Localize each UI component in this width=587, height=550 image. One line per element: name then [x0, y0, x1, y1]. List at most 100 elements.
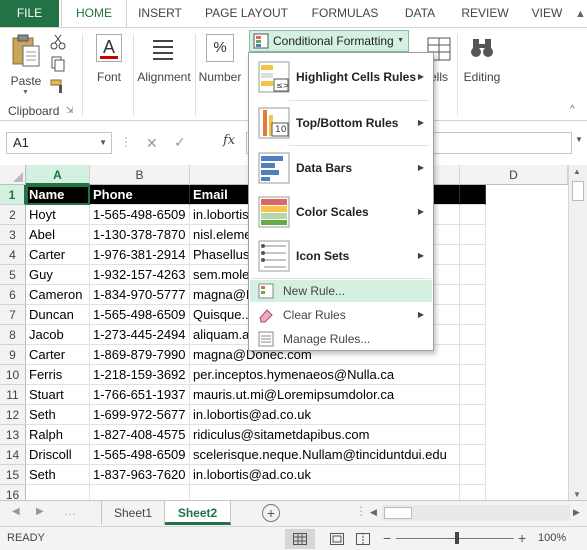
column-header-d[interactable]: D [460, 165, 568, 185]
ribbon-collapse-icon[interactable]: ▲ [575, 8, 586, 20]
page-break-view-icon[interactable] [356, 533, 370, 545]
cell-phone[interactable]: 1-218-159-3692 [90, 365, 190, 385]
number-button[interactable]: % Number [197, 32, 243, 96]
menu-item-manage-rules[interactable]: Manage Rules... [250, 328, 432, 350]
menu-item-icon-sets[interactable]: Icon Sets ▶ [250, 234, 432, 278]
cell-name[interactable]: Abel [26, 225, 90, 245]
scroll-left-icon[interactable]: ◀ [370, 507, 377, 518]
tab-review[interactable]: REVIEW [455, 0, 515, 27]
font-button[interactable]: A Font [88, 32, 130, 96]
row-header[interactable]: 3 [0, 225, 26, 245]
copy-icon[interactable] [50, 56, 66, 72]
tab-file[interactable]: FILE [0, 0, 59, 27]
cell-d[interactable] [460, 285, 486, 305]
scroll-sheets-right-icon[interactable]: ▶ [36, 506, 44, 517]
expand-formula-bar-icon[interactable]: ▼ [575, 135, 583, 144]
cell-phone[interactable]: 1-565-498-6509 [90, 445, 190, 465]
row-header[interactable]: 13 [0, 425, 26, 445]
cell-email[interactable]: in.lobortis@ad.co.uk [190, 465, 460, 485]
cell-name[interactable]: Seth [26, 405, 90, 425]
cell-phone[interactable]: 1-273-445-2494 [90, 325, 190, 345]
cell-d[interactable] [460, 265, 486, 285]
cell-phone[interactable]: Phone [90, 185, 190, 205]
cell-d[interactable] [460, 445, 486, 465]
row-header[interactable]: 1 [0, 185, 26, 205]
cell-name[interactable]: Ralph [26, 425, 90, 445]
horizontal-scroll-thumb[interactable] [384, 507, 412, 519]
enter-icon[interactable]: ✓ [174, 134, 186, 151]
row-header[interactable]: 11 [0, 385, 26, 405]
sheet-tab-sheet2[interactable]: Sheet2 [165, 501, 231, 525]
cell-phone[interactable]: 1-699-972-5677 [90, 405, 190, 425]
conditional-formatting-button[interactable]: Conditional Formatting ▼ [249, 30, 409, 52]
insert-function-icon[interactable]: fx [223, 133, 235, 148]
cell-email[interactable]: scelerisque.neque.Nullam@tinciduntdui.ed… [190, 445, 460, 465]
sheet-tab-sheet1[interactable]: Sheet1 [101, 501, 165, 525]
add-sheet-icon[interactable]: + [262, 504, 280, 522]
cell-phone[interactable]: 1-834-970-5777 [90, 285, 190, 305]
cell-d[interactable] [460, 205, 486, 225]
cell-name[interactable]: Hoyt [26, 205, 90, 225]
cell-email[interactable]: mauris.ut.mi@Loremipsumdolor.ca [190, 385, 460, 405]
vertical-scroll-thumb[interactable] [572, 181, 584, 201]
cell-email[interactable]: per.inceptos.hymenaeos@Nulla.ca [190, 365, 460, 385]
collapse-ribbon-icon[interactable]: ^ [570, 104, 575, 115]
cell-name[interactable]: Carter [26, 245, 90, 265]
cell-phone[interactable]: 1-976-381-2914 [90, 245, 190, 265]
tab-data[interactable]: DATA [393, 0, 447, 27]
tab-home[interactable]: HOME [61, 0, 127, 27]
menu-item-new-rule[interactable]: New Rule... [250, 280, 432, 302]
page-layout-view-icon[interactable] [330, 533, 344, 545]
more-tabs-icon[interactable]: ⋮ [355, 504, 367, 518]
cell-d[interactable] [460, 425, 486, 445]
row-header[interactable]: 7 [0, 305, 26, 325]
row-header[interactable]: 9 [0, 345, 26, 365]
horizontal-scrollbar[interactable] [382, 505, 570, 521]
cell-d[interactable] [460, 245, 486, 265]
row-header[interactable]: 12 [0, 405, 26, 425]
more-sheets-icon[interactable]: … [64, 504, 76, 518]
cell-d[interactable] [460, 405, 486, 425]
cell-email[interactable]: in.lobortis@ad.co.uk [190, 405, 460, 425]
row-header[interactable]: 4 [0, 245, 26, 265]
cell-d[interactable] [460, 345, 486, 365]
tab-page-layout[interactable]: PAGE LAYOUT [198, 0, 295, 27]
paste-button[interactable]: Paste ▼ [6, 34, 46, 96]
cell-name[interactable]: Name [26, 185, 90, 205]
cell-phone[interactable]: 1-565-498-6509 [90, 305, 190, 325]
scroll-right-icon[interactable]: ▶ [573, 507, 580, 518]
cell-name[interactable]: Ferris [26, 365, 90, 385]
cell-d[interactable] [460, 385, 486, 405]
menu-item-top-bottom-rules[interactable]: 10 Top/Bottom Rules ▶ [250, 101, 432, 145]
cell-phone[interactable]: 1-932-157-4263 [90, 265, 190, 285]
row-header[interactable]: 2 [0, 205, 26, 225]
scroll-down-icon[interactable]: ▼ [573, 490, 581, 499]
cell-name[interactable]: Stuart [26, 385, 90, 405]
row-header[interactable]: 14 [0, 445, 26, 465]
cell-phone[interactable]: 1-837-963-7620 [90, 465, 190, 485]
column-header-a[interactable]: A [26, 165, 90, 185]
zoom-out-icon[interactable]: − [383, 530, 391, 546]
row-header[interactable]: 10 [0, 365, 26, 385]
zoom-in-icon[interactable]: + [518, 530, 526, 546]
cell-d[interactable] [460, 225, 486, 245]
column-header-b[interactable]: B [90, 165, 190, 185]
cancel-icon[interactable]: ✕ [146, 135, 158, 152]
tab-insert[interactable]: INSERT [130, 0, 190, 27]
menu-item-clear-rules[interactable]: Clear Rules ▶ [250, 304, 432, 326]
cell-name[interactable]: Seth [26, 465, 90, 485]
cell-d[interactable] [460, 305, 486, 325]
cell-phone[interactable]: 1-766-651-1937 [90, 385, 190, 405]
row-header[interactable]: 6 [0, 285, 26, 305]
normal-view-button[interactable] [285, 529, 315, 549]
cell-phone[interactable]: 1-565-498-6509 [90, 205, 190, 225]
cell-name[interactable]: Carter [26, 345, 90, 365]
cell-phone[interactable]: 1-827-408-4575 [90, 425, 190, 445]
menu-item-color-scales[interactable]: Color Scales ▶ [250, 190, 432, 234]
cell-name[interactable]: Duncan [26, 305, 90, 325]
row-header[interactable]: 15 [0, 465, 26, 485]
editing-button[interactable]: Editing [460, 32, 504, 96]
cut-icon[interactable] [50, 34, 66, 50]
cell-phone[interactable]: 1-130-378-7870 [90, 225, 190, 245]
cell-d[interactable] [460, 465, 486, 485]
